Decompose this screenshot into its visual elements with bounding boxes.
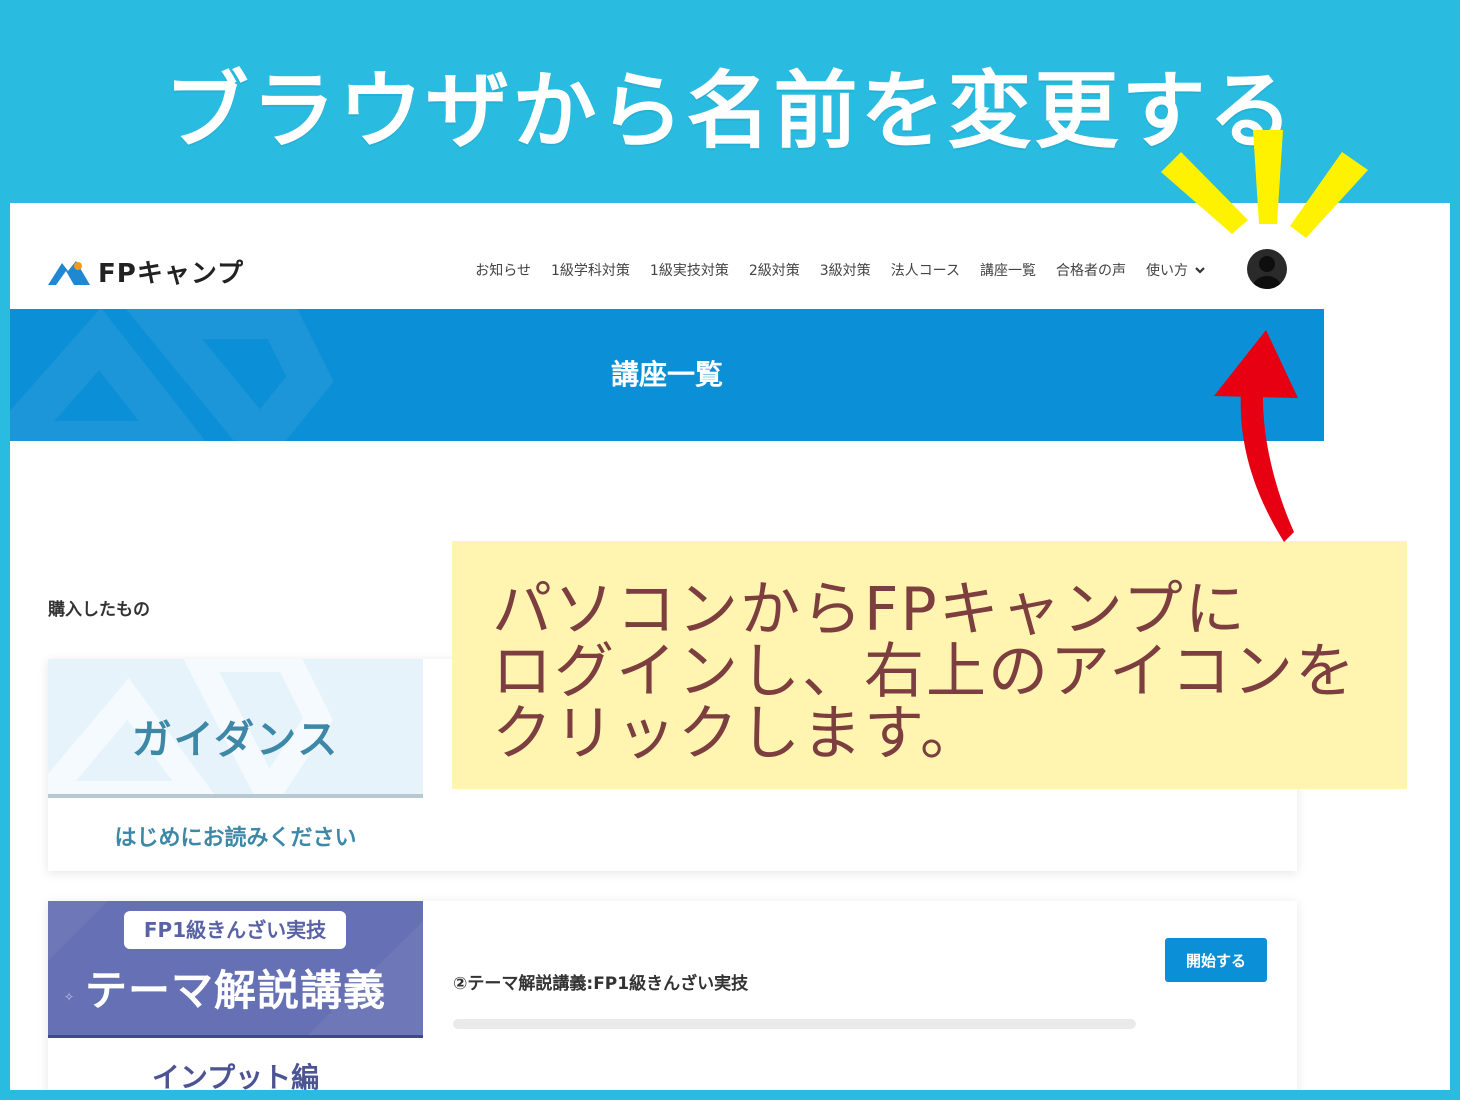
start-course-button[interactable]: 開始する [1165, 938, 1267, 982]
callout-line: クリックします。 [492, 699, 982, 769]
site-header: FPキャンプ お知らせ 1級学科対策 1級実技対策 2級対策 3級対策 法人コー… [10, 203, 1324, 309]
course-card-theme-lecture[interactable]: ✧ FP1級きんざい実技 テーマ解説講義 インプット編 ②テーマ解説講義:FP1… [48, 901, 1297, 1090]
thumbnail-title: ガイダンス [131, 717, 340, 763]
user-silhouette-icon [1253, 256, 1281, 289]
site-logo[interactable]: FPキャンプ [46, 253, 244, 290]
nav-dropdown-howto[interactable]: 使い方 [1146, 260, 1206, 280]
callout-line: パソコンからFPキャンプに [492, 575, 1247, 645]
nav-link-testimonials[interactable]: 合格者の声 [1056, 260, 1126, 280]
course-thumbnail[interactable]: ガイダンス はじめにお読みください [48, 659, 423, 871]
nav-link-corporate[interactable]: 法人コース [891, 260, 960, 280]
user-avatar-button[interactable] [1247, 249, 1287, 289]
nav-link-level1-theory[interactable]: 1級学科対策 [551, 260, 630, 280]
callout-line: ログインし、右上のアイコンを [492, 637, 1357, 707]
nav-link-level3[interactable]: 3級対策 [820, 260, 871, 280]
thumbnail-title: テーマ解説講義 [84, 966, 386, 1015]
thumbnail-subtitle: インプット編 [48, 1035, 423, 1090]
chevron-down-icon [1195, 267, 1205, 274]
instruction-callout: パソコンからFPキャンプに ログインし、右上のアイコンを クリックします。 [452, 541, 1407, 789]
page-title: 講座一覧 [610, 358, 723, 391]
main-nav: お知らせ 1級学科対策 1級実技対策 2級対策 3級対策 法人コース 講座一覧 … [475, 260, 1206, 280]
nav-link-level1-practical[interactable]: 1級実技対策 [650, 260, 729, 280]
section-label-purchased: 購入したもの [48, 600, 150, 620]
logo-mountain-icon [48, 260, 90, 285]
thumbnail-header: ✧ FP1級きんざい実技 テーマ解説講義 [48, 901, 423, 1035]
nav-dropdown-label: 使い方 [1146, 263, 1188, 279]
nav-link-level2[interactable]: 2級対策 [749, 260, 800, 280]
nav-link-news[interactable]: お知らせ [475, 260, 531, 280]
logo-text: FPキャンプ [98, 259, 245, 289]
thumbnail-tag: FP1級きんざい実技 [124, 911, 346, 949]
course-thumbnail[interactable]: ✧ FP1級きんざい実技 テーマ解説講義 インプット編 [48, 901, 423, 1090]
course-progress-bar [453, 1019, 1136, 1029]
course-title[interactable]: ②テーマ解説講義:FP1級きんざい実技 [453, 969, 748, 994]
page-banner: 講座一覧 [10, 309, 1324, 441]
thumbnail-header: ガイダンス [48, 659, 423, 794]
tutorial-headline: ブラウザから名前を変更する [164, 62, 1296, 160]
nav-link-course-list[interactable]: 講座一覧 [980, 260, 1036, 280]
thumbnail-subtitle: はじめにお読みください [48, 798, 423, 871]
